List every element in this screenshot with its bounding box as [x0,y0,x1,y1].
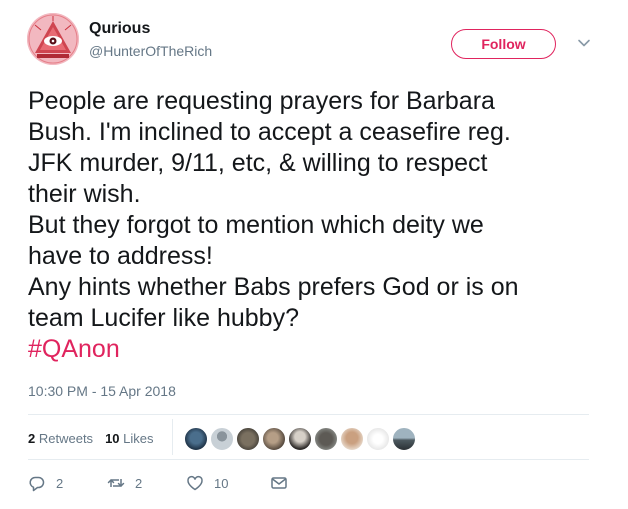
liker-avatar[interactable] [288,427,312,451]
tweet-card: Qurious @HunterOfTheRich Follow People a… [0,0,628,509]
liker-avatar[interactable] [184,427,208,451]
liker-avatar[interactable] [314,427,338,451]
likes-label: Likes [123,430,154,446]
reply-count: 2 [56,475,64,491]
direct-message-button[interactable] [270,474,288,492]
liker-avatar[interactable] [262,427,286,451]
retweets-stat[interactable]: 2 Retweets [28,431,93,446]
tweet-line: But they forgot to mention which deity w… [28,211,484,239]
tweet-line: Bush. I'm inclined to accept a ceasefire… [28,118,511,146]
tweet-line: their wish. [28,180,141,208]
retweets-count: 2 [28,430,36,446]
tweet-timestamp[interactable]: 10:30 PM - 15 Apr 2018 [28,383,176,399]
stats-separator [172,419,173,455]
divider [28,459,589,460]
reply-button[interactable]: 2 [28,474,107,492]
tweet-text: People are requesting prayers for Barbar… [28,86,618,365]
hashtag-link[interactable]: #QAnon [28,334,618,365]
like-button[interactable]: 10 [186,474,270,492]
likes-stat[interactable]: 10 Likes [105,431,153,446]
retweets-label: Retweets [38,430,94,446]
tweet-actions: 2 2 10 [28,472,288,494]
liker-avatars [184,427,418,451]
avatar[interactable] [27,13,79,65]
liker-avatar[interactable] [210,427,234,451]
user-handle[interactable]: @HunterOfTheRich [89,43,212,59]
retweet-icon [107,479,125,487]
tweet-line: Any hints whether Babs prefers God or is… [28,273,519,301]
likes-count: 10 [105,430,120,446]
divider [28,414,589,415]
tweet-line: team Lucifer like hubby? [28,304,299,332]
tweet-line: People are requesting prayers for Barbar… [28,87,495,115]
reply-icon [29,476,45,492]
heart-icon [187,475,203,491]
liker-avatar[interactable] [392,427,416,451]
all-seeing-eye-icon [27,13,79,65]
chevron-down-icon[interactable] [577,36,591,50]
retweet-button[interactable]: 2 [107,474,186,492]
tweet-line: have to address! [28,242,213,270]
retweet-count: 2 [135,475,143,491]
display-name[interactable]: Qurious [89,20,150,38]
like-count: 10 [214,475,229,491]
engagement-stats: 2 Retweets 10 Likes [28,426,166,450]
liker-avatar[interactable] [236,427,260,451]
liker-avatar[interactable] [340,427,364,451]
envelope-icon [271,477,287,489]
follow-button[interactable]: Follow [451,29,556,59]
liker-avatar[interactable] [366,427,390,451]
tweet-line: JFK murder, 9/11, etc, & willing to resp… [28,149,488,177]
